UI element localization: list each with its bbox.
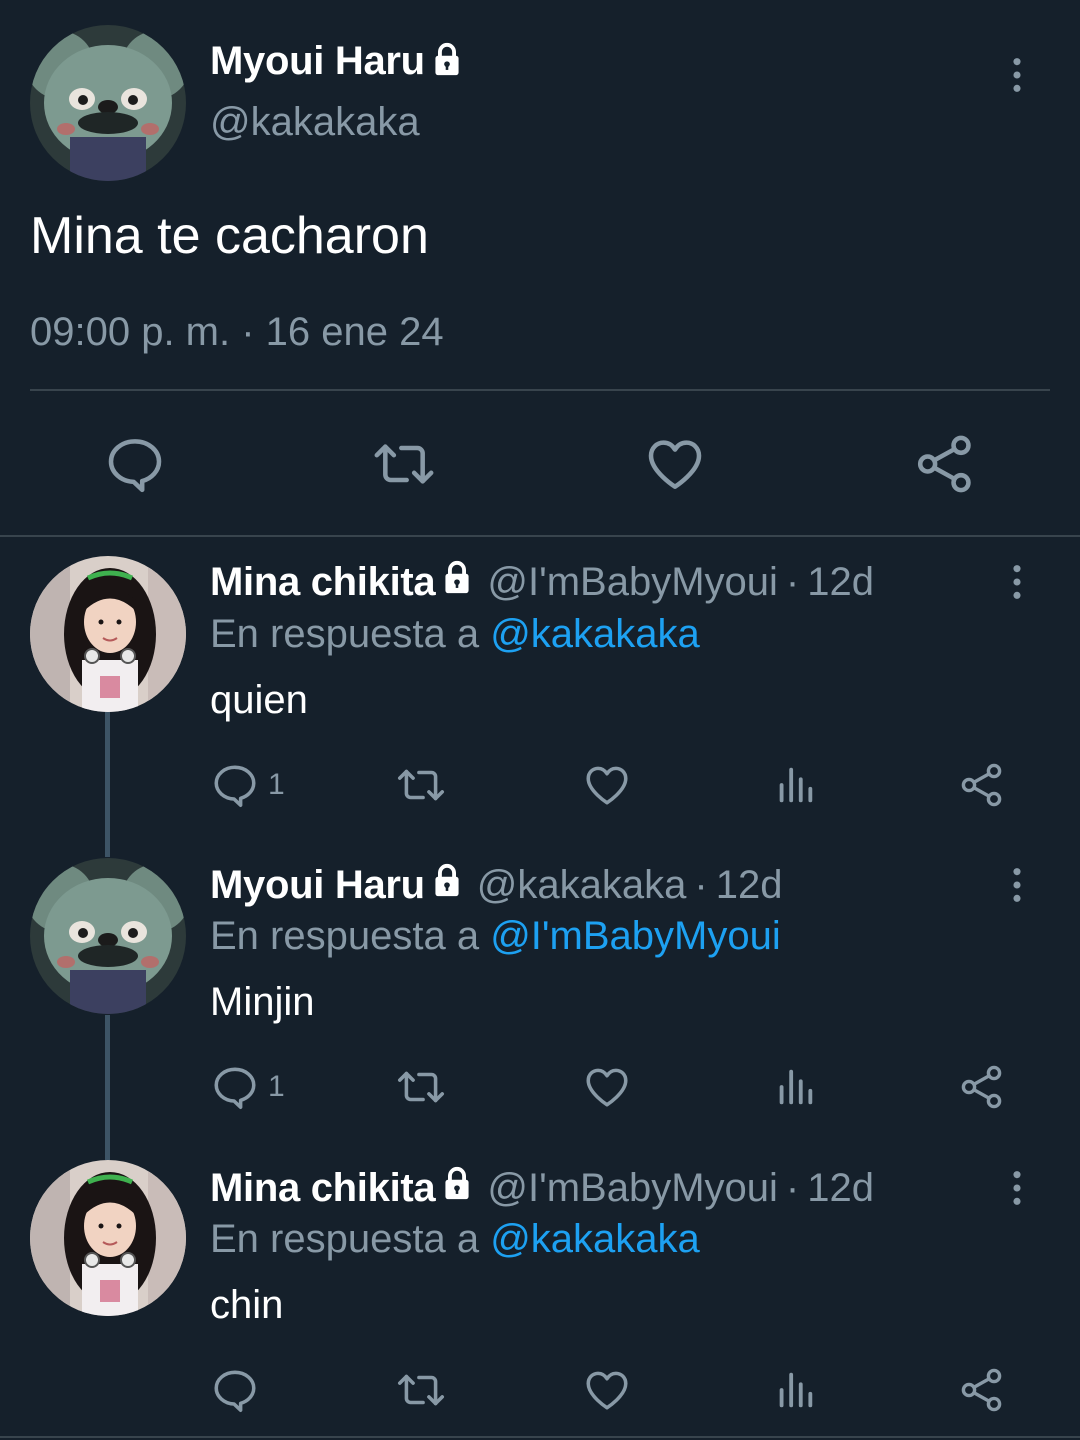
reply-to-prefix: En respuesta a xyxy=(210,1217,480,1261)
reply-author-name[interactable]: Mina chikita xyxy=(210,560,436,605)
reply-text: Minjin xyxy=(210,980,315,1024)
share-icon[interactable] xyxy=(958,1062,1006,1112)
like-icon[interactable] xyxy=(582,1365,632,1415)
reply-to-mention[interactable]: @kakakaka xyxy=(490,612,700,656)
more-icon[interactable] xyxy=(997,1168,1037,1228)
reply-to-line: En respuesta a @kakakaka xyxy=(210,612,700,657)
reply-header: Myoui Haru @kakakaka · 12d xyxy=(210,860,782,910)
like-icon[interactable] xyxy=(582,1062,632,1112)
more-icon[interactable] xyxy=(997,55,1037,115)
reply-author-avatar[interactable] xyxy=(30,858,186,1014)
reply-author-avatar[interactable] xyxy=(30,1160,186,1316)
reply-icon[interactable] xyxy=(103,432,167,496)
reply-icon[interactable] xyxy=(210,760,260,810)
retweet-icon[interactable] xyxy=(372,432,436,496)
main-tweet-text: Mina te cacharon xyxy=(30,207,429,265)
like-icon[interactable] xyxy=(582,760,632,810)
analytics-icon[interactable] xyxy=(772,1365,818,1415)
reply-count: 1 xyxy=(268,768,285,801)
reply-author-handle[interactable]: @kakakaka xyxy=(477,863,687,908)
reply-author-handle[interactable]: @I'mBabyMyoui xyxy=(487,560,778,605)
reply-button[interactable] xyxy=(210,1365,268,1415)
girl-avatar-image xyxy=(30,556,186,712)
thread-line xyxy=(105,1015,110,1160)
reply-actions: 1 xyxy=(210,760,1010,810)
analytics-icon[interactable] xyxy=(772,1062,818,1112)
lock-icon xyxy=(441,559,473,605)
retweet-icon[interactable] xyxy=(395,760,447,810)
thread-line xyxy=(105,712,110,857)
separator-dot: · xyxy=(694,862,708,907)
share-icon[interactable] xyxy=(958,760,1006,810)
reply-to-mention[interactable]: @kakakaka xyxy=(490,1217,700,1261)
main-author-name[interactable]: Myoui Haru xyxy=(210,39,425,84)
reply-text: chin xyxy=(210,1283,284,1327)
reply-button[interactable]: 1 xyxy=(210,1062,285,1112)
reply-age[interactable]: 12d xyxy=(716,863,783,908)
reply-icon[interactable] xyxy=(210,1062,260,1112)
reply-author-handle[interactable]: @I'mBabyMyoui xyxy=(487,1166,778,1211)
reply-author-name[interactable]: Mina chikita xyxy=(210,1166,436,1211)
bottom-divider xyxy=(0,1436,1080,1438)
reply-button[interactable]: 1 xyxy=(210,760,285,810)
divider xyxy=(30,389,1050,391)
reply-count: 1 xyxy=(268,1070,285,1103)
reply-header: Mina chikita @I'mBabyMyoui · 12d xyxy=(210,1163,874,1213)
reply-text: quien xyxy=(210,678,308,722)
plush-avatar-image xyxy=(30,858,186,1014)
reply-to-mention[interactable]: @I'mBabyMyoui xyxy=(490,914,781,958)
separator-dot: · xyxy=(785,559,800,604)
section-divider xyxy=(0,535,1080,537)
separator-dot: · xyxy=(785,1165,800,1210)
reply-to-line: En respuesta a @I'mBabyMyoui xyxy=(210,914,781,959)
reply-actions xyxy=(210,1365,1010,1415)
more-icon[interactable] xyxy=(997,865,1037,925)
reply-to-prefix: En respuesta a xyxy=(210,914,480,958)
retweet-icon[interactable] xyxy=(395,1365,447,1415)
girl-avatar-image xyxy=(30,1160,186,1316)
retweet-icon[interactable] xyxy=(395,1062,447,1112)
main-author-avatar[interactable] xyxy=(30,25,186,181)
reply-to-line: En respuesta a @kakakaka xyxy=(210,1217,700,1262)
reply-header: Mina chikita @I'mBabyMyoui · 12d xyxy=(210,557,874,607)
like-icon[interactable] xyxy=(643,432,707,496)
reply-to-prefix: En respuesta a xyxy=(210,612,480,656)
reply-age[interactable]: 12d xyxy=(807,560,874,605)
analytics-icon[interactable] xyxy=(772,760,818,810)
reply-author-name[interactable]: Myoui Haru xyxy=(210,863,425,908)
reply-icon[interactable] xyxy=(210,1365,260,1415)
plush-avatar-image xyxy=(30,25,186,181)
share-icon[interactable] xyxy=(913,432,977,496)
reply-actions: 1 xyxy=(210,1062,1010,1112)
lock-icon xyxy=(431,41,463,82)
main-author-name-row[interactable]: Myoui Haru xyxy=(210,36,463,86)
lock-icon xyxy=(441,1165,473,1211)
main-author-handle[interactable]: @kakakaka xyxy=(210,100,420,145)
reply-age[interactable]: 12d xyxy=(807,1166,874,1211)
main-tweet-timestamp[interactable]: 09:00 p. m. · 16 ene 24 xyxy=(30,310,444,355)
reply-author-avatar[interactable] xyxy=(30,556,186,712)
lock-icon xyxy=(431,862,463,908)
share-icon[interactable] xyxy=(958,1365,1006,1415)
more-icon[interactable] xyxy=(997,562,1037,622)
